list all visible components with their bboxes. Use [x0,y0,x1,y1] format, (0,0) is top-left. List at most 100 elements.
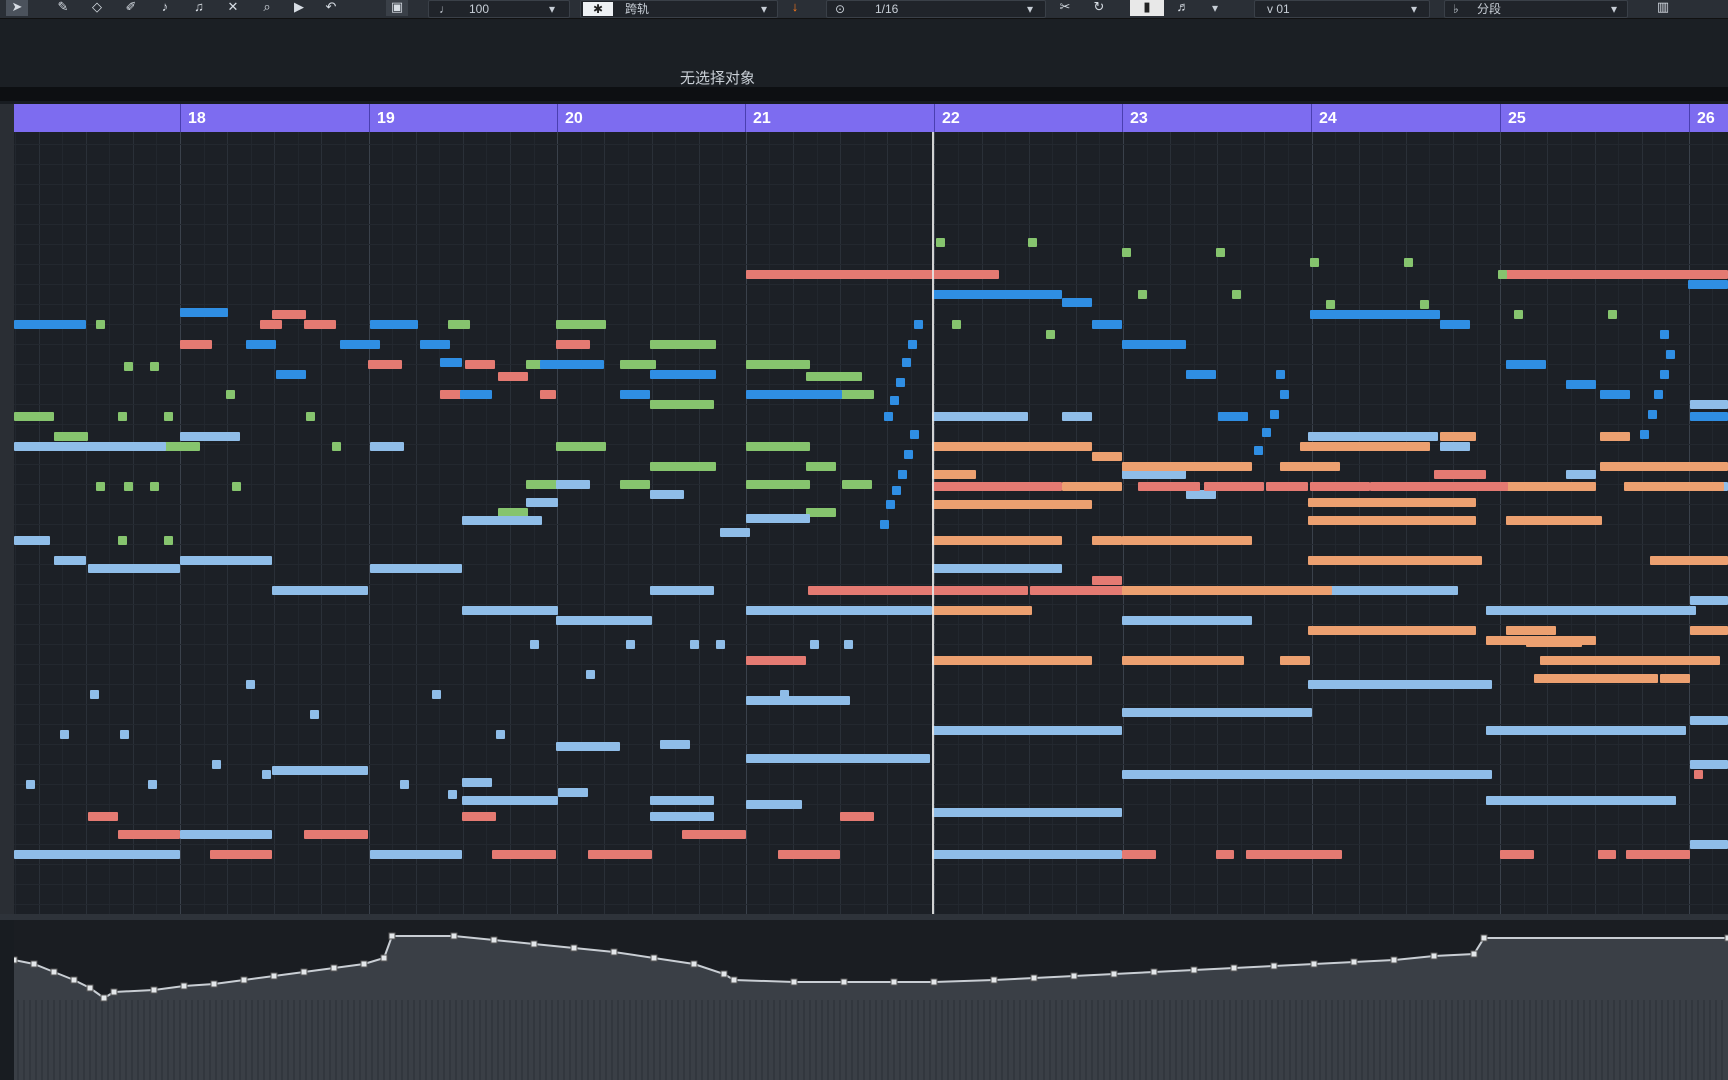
velocity-point[interactable] [450,932,458,940]
midi-note[interactable] [1046,330,1055,339]
velocity-point[interactable] [30,960,38,968]
midi-note[interactable] [370,320,418,329]
midi-note[interactable] [1280,656,1310,665]
midi-note[interactable] [746,800,802,809]
midi-note[interactable] [14,536,50,545]
midi-note[interactable] [1650,556,1728,565]
midi-note[interactable] [910,430,919,439]
midi-note[interactable] [462,778,492,787]
midi-note[interactable] [440,358,462,367]
midi-note[interactable] [1440,320,1470,329]
pencil-icon[interactable]: ✎ [52,0,74,16]
midi-note[interactable] [902,358,911,367]
midi-note[interactable] [716,640,725,649]
midi-note[interactable] [1598,850,1616,859]
midi-note[interactable] [180,432,240,441]
midi-note[interactable] [932,808,1122,817]
midi-note[interactable] [1310,556,1440,565]
velocity-point[interactable] [790,978,798,986]
record-marker-icon[interactable]: ↓ [784,0,806,16]
midi-note[interactable] [932,482,1062,491]
midi-note[interactable] [1122,340,1186,349]
midi-note[interactable] [120,730,129,739]
midi-note[interactable] [1624,482,1724,491]
midi-note[interactable] [540,360,604,369]
quantize-icon[interactable]: ✂ [1054,0,1076,16]
midi-note[interactable] [746,360,810,369]
midi-note[interactable] [14,412,54,421]
midi-note[interactable] [540,390,556,399]
midi-note[interactable] [118,412,127,421]
midi-note[interactable] [1280,390,1289,399]
midi-note[interactable] [892,486,901,495]
midi-note[interactable] [650,462,716,471]
midi-note[interactable] [1062,298,1092,307]
velocity-point[interactable] [330,964,338,972]
midi-note[interactable] [246,680,255,689]
midi-note[interactable] [1514,310,1523,319]
midi-note[interactable] [620,360,656,369]
midi-note[interactable] [932,656,1092,665]
midi-note[interactable] [1186,370,1216,379]
midi-note[interactable] [838,390,874,399]
midi-note[interactable] [124,482,133,491]
midi-note[interactable] [1626,850,1690,859]
midi-note[interactable] [272,310,306,319]
note-grid[interactable] [14,132,1728,914]
midi-note[interactable] [368,360,402,369]
midi-note[interactable] [556,742,620,751]
velocity-point[interactable] [1150,968,1158,976]
midi-note[interactable] [148,780,157,789]
midi-note[interactable] [1308,626,1476,635]
midi-note[interactable] [932,850,1122,859]
velocity-point[interactable] [180,982,188,990]
midi-note[interactable] [54,432,88,441]
midi-note[interactable] [1434,470,1486,479]
midi-note[interactable] [54,556,86,565]
loop-icon[interactable]: ↻ [1088,0,1110,16]
velocity-point[interactable] [930,978,938,986]
midi-note[interactable] [1660,674,1690,683]
chevron-down-icon[interactable]: ▾ [1212,1,1218,15]
midi-note[interactable] [932,606,1032,615]
midi-note[interactable] [1310,482,1370,491]
play-icon[interactable]: ▶ [288,0,310,16]
midi-note[interactable] [496,730,505,739]
midi-note[interactable] [908,340,917,349]
midi-note[interactable] [556,442,606,451]
midi-note[interactable] [306,412,315,421]
midi-note[interactable] [1566,482,1596,491]
midi-note[interactable] [272,586,368,595]
midi-note[interactable] [720,528,750,537]
midi-note[interactable] [840,812,874,821]
mode-dropdown[interactable]: ✱ 跨轨 ▾ [580,0,778,18]
midi-note[interactable] [118,830,180,839]
midi-note[interactable] [556,480,590,489]
midi-note[interactable] [690,640,699,649]
midi-note[interactable] [808,586,1028,595]
midi-note[interactable] [1122,656,1244,665]
midi-note[interactable] [1640,430,1649,439]
midi-note[interactable] [304,830,368,839]
midi-note[interactable] [1422,556,1482,565]
midi-note[interactable] [1694,770,1703,779]
midi-note[interactable] [1232,290,1241,299]
eraser-icon[interactable]: ◇ [86,0,108,16]
midi-note[interactable] [118,536,127,545]
midi-note[interactable] [60,730,69,739]
midi-note[interactable] [1186,490,1216,499]
midi-note[interactable] [1310,310,1440,319]
velocity-point[interactable] [1470,950,1478,958]
arrow-tool-icon[interactable]: ➤ [6,0,28,16]
midi-note[interactable] [448,320,470,329]
midi-note[interactable] [904,450,913,459]
midi-note[interactable] [370,850,462,859]
midi-note[interactable] [1506,626,1556,635]
midi-note[interactable] [1440,432,1476,441]
midi-note[interactable] [370,442,404,451]
midi-note[interactable] [746,270,999,279]
midi-note[interactable] [88,812,118,821]
midi-note[interactable] [96,482,105,491]
midi-note[interactable] [462,516,542,525]
midi-note[interactable] [440,390,462,399]
